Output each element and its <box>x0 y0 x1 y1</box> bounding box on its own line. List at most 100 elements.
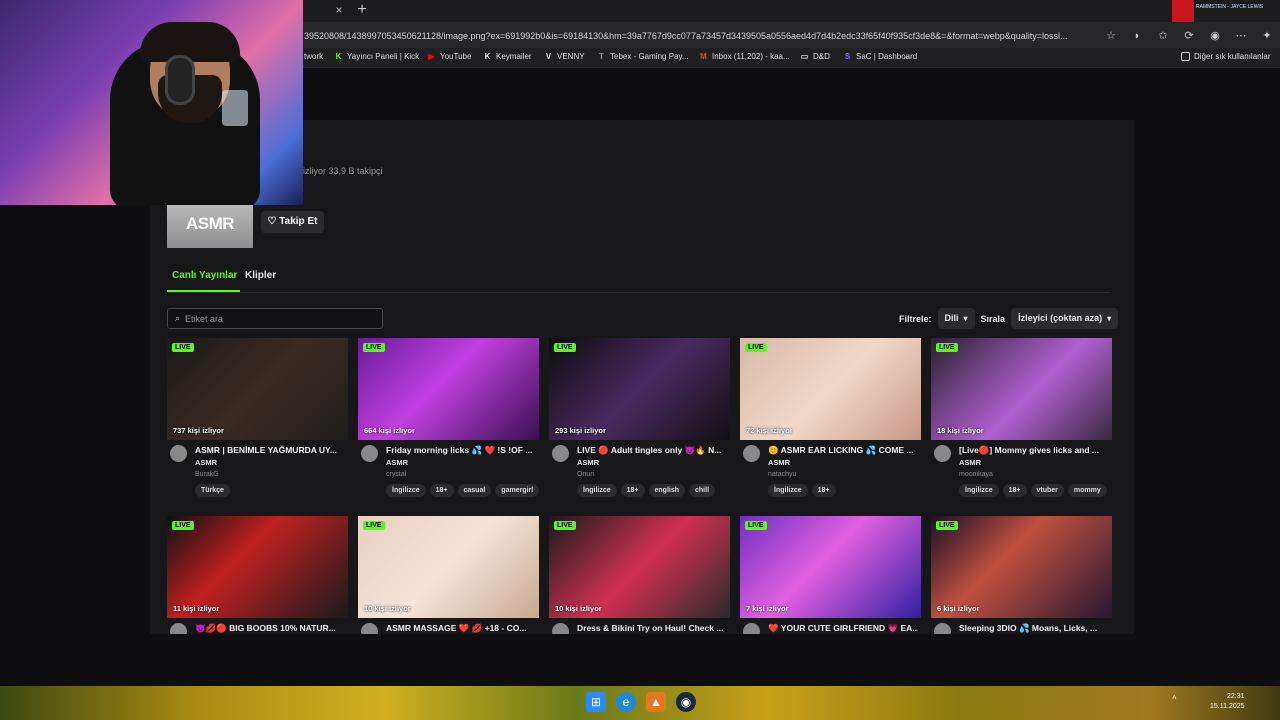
page-bottom <box>150 634 1134 686</box>
stream-thumbnail[interactable]: LIVE 11 kişi izliyor <box>167 516 348 618</box>
live-badge: LIVE <box>936 521 958 530</box>
tab-live-streams[interactable]: Canlı Yayınlar <box>172 270 237 281</box>
streamer-name[interactable]: Onuri <box>577 471 594 478</box>
favorites-icon[interactable]: ✩ <box>1156 27 1170 45</box>
stream-category[interactable]: ASMR <box>195 458 217 467</box>
tag-chip[interactable]: İngilizce <box>959 484 999 497</box>
tag-chip[interactable]: Türkçe <box>195 484 230 497</box>
tag-chip[interactable]: 18+ <box>1002 484 1027 497</box>
bookmark-item[interactable]: ▭ D&D <box>800 52 830 61</box>
stream-title[interactable]: Friday morning licks 💦 ❤️ !S !OF ... <box>386 445 536 456</box>
bookmark-favicon-icon: ▭ <box>800 52 809 61</box>
tag-chip[interactable]: chill <box>689 484 716 497</box>
tab-divider <box>167 292 1110 293</box>
tag-chip[interactable]: İngilizce <box>768 484 808 497</box>
bookmark-item[interactable]: S SaC | Dashboard <box>843 52 917 61</box>
url-text[interactable]: 39520808/1438997053450621128/image.png?e… <box>304 27 1124 45</box>
stream-category[interactable]: ASMR <box>577 458 599 467</box>
chevron-up-icon[interactable]: ˄ <box>1172 693 1177 702</box>
chevron-down-icon: ▾ <box>963 314 968 323</box>
stream-title[interactable]: 😈💋🔴 BIG BOOBS 10% NATUR... <box>195 623 345 634</box>
bookmark-item[interactable]: M Inbox (11,202) - kaa... <box>699 52 790 61</box>
sort-label: Sırala <box>980 313 1006 324</box>
tag-search-input[interactable] <box>185 313 366 324</box>
tab-clips[interactable]: Klipler <box>245 270 276 281</box>
bookmark-item[interactable]: K Yayıncı Paneli | Kick <box>334 52 420 61</box>
tag-chip[interactable]: casual <box>457 484 492 497</box>
follow-button[interactable]: ♡ Takip Et <box>261 211 324 233</box>
app-icon[interactable]: ▲ <box>646 692 666 712</box>
stream-title[interactable]: Sleeping 3DIO 💦 Moans, Licks, ... <box>959 623 1109 634</box>
avatar[interactable] <box>934 445 951 462</box>
bookmark-label: SaC | Dashboard <box>856 52 918 61</box>
copilot-icon[interactable]: ✦ <box>1260 27 1274 45</box>
stream-title[interactable]: 😊 ASMR EAR LICKING 💦 COME ... <box>768 445 918 456</box>
stream-title[interactable]: ❤️ YOUR CUTE GIRLFRIEND 💗 EA... <box>768 623 918 634</box>
tag-chip[interactable]: vtuber <box>1030 484 1064 497</box>
stream-thumbnail[interactable]: LIVE 72 kişi izliyor <box>740 338 921 440</box>
avatar[interactable] <box>361 445 378 462</box>
stream-category[interactable]: ASMR <box>768 458 790 467</box>
shield-icon[interactable]: ◉ <box>1208 27 1222 45</box>
stream-thumbnail[interactable]: LIVE 293 kişi izliyor <box>549 338 730 440</box>
avatar[interactable] <box>743 445 760 462</box>
avatar[interactable] <box>552 445 569 462</box>
streamer-name[interactable]: natachyu <box>768 471 796 478</box>
viewer-count: 737 kişi izliyor <box>173 426 224 435</box>
tab-close-icon[interactable]: × <box>332 3 346 17</box>
tag-chip[interactable]: İngilizce <box>577 484 617 497</box>
language-dropdown[interactable]: Dili ▾ <box>937 308 975 329</box>
stream-title[interactable]: Dress & Bikini Try on Haul! Check ... <box>577 623 727 633</box>
stream-thumbnail[interactable]: LIVE 10 kişi izliyor <box>549 516 730 618</box>
address-bar-icons: ☆ ◗ ✩ ⟳ ◉ ⋯ ✦ <box>1104 27 1274 45</box>
sort-dropdown[interactable]: İzleyici (çoktan aza) ▾ <box>1011 308 1119 329</box>
stream-thumbnail[interactable]: LIVE 664 kişi izliyor <box>358 338 539 440</box>
viewer-count: 7 kişi izliyor <box>746 604 789 613</box>
stream-thumbnail[interactable]: LIVE 7 kişi izliyor <box>740 516 921 618</box>
stream-thumbnail[interactable]: LIVE 10 kişi izliyor <box>358 516 539 618</box>
stream-thumbnail[interactable]: LIVE 737 kişi izliyor <box>167 338 348 440</box>
stream-title[interactable]: ASMR | BENİMLE YAĞMURDA UY... <box>195 445 345 455</box>
stream-title[interactable]: [Live🔴] Mommy gives licks and ... <box>959 445 1109 456</box>
bookmark-item[interactable]: T Tebex - Gaming Pay... <box>597 52 689 61</box>
bookmark-item[interactable]: twork <box>304 52 323 61</box>
extensions-icon[interactable]: ⟳ <box>1182 27 1196 45</box>
tag-chip[interactable]: gamergirl <box>495 484 540 497</box>
streamer-name[interactable]: BurakG <box>195 471 219 478</box>
stream-thumbnail[interactable]: LIVE 18 kişi izliyor <box>931 338 1112 440</box>
tag-list: İngilizce 18+ <box>768 484 836 497</box>
favorite-star-icon[interactable]: ☆ <box>1104 27 1118 45</box>
live-badge: LIVE <box>363 343 385 352</box>
stream-title[interactable]: LIVE 🔴 Adult tingles only 😈🔥 N... <box>577 445 727 456</box>
tag-chip[interactable]: mommy <box>1067 484 1107 497</box>
taskbar-icons: ⊞ e ▲ ◉ <box>586 692 696 712</box>
stream-category[interactable]: ASMR <box>386 458 408 467</box>
steam-icon[interactable]: ◉ <box>676 692 696 712</box>
other-bookmarks[interactable]: Diğer sık kullanılanlar <box>1181 52 1270 61</box>
tag-chip[interactable]: 18+ <box>811 484 836 497</box>
stream-thumbnail[interactable]: LIVE 6 kişi izliyor <box>931 516 1112 618</box>
tag-chip[interactable]: İngilizce <box>386 484 426 497</box>
streamer-name[interactable]: crystal <box>386 471 406 478</box>
bookmark-item[interactable]: V VENNY <box>544 52 585 61</box>
stream-title[interactable]: ASMR MASSAGE ❤️ 💋 +18 - CO... <box>386 623 536 634</box>
clock[interactable]: 22:31 15.11.2025 <box>1210 692 1245 712</box>
bookmark-item[interactable]: K Keymailer <box>483 52 532 61</box>
read-aloud-icon[interactable]: ◗ <box>1130 27 1144 45</box>
tag-chip[interactable]: 18+ <box>620 484 645 497</box>
windows-start-icon[interactable]: ⊞ <box>586 692 606 712</box>
bookmark-label: YouTube <box>440 52 472 61</box>
more-icon[interactable]: ⋯ <box>1234 27 1248 45</box>
bookmark-label: VENNY <box>557 52 585 61</box>
bookmark-item[interactable]: ▶ YouTube <box>427 52 471 61</box>
new-tab-button[interactable]: + <box>354 1 370 19</box>
edge-icon[interactable]: e <box>616 692 636 712</box>
avatar[interactable] <box>170 445 187 462</box>
stream-category[interactable]: ASMR <box>959 458 981 467</box>
headset-icon <box>165 55 195 105</box>
extension-icon[interactable] <box>1172 0 1194 22</box>
tag-chip[interactable]: 18+ <box>429 484 454 497</box>
streamer-name[interactable]: moonikaya <box>959 471 993 478</box>
tag-chip[interactable]: english <box>648 484 686 497</box>
bookmark-label: Yayıncı Paneli | Kick <box>347 52 420 61</box>
